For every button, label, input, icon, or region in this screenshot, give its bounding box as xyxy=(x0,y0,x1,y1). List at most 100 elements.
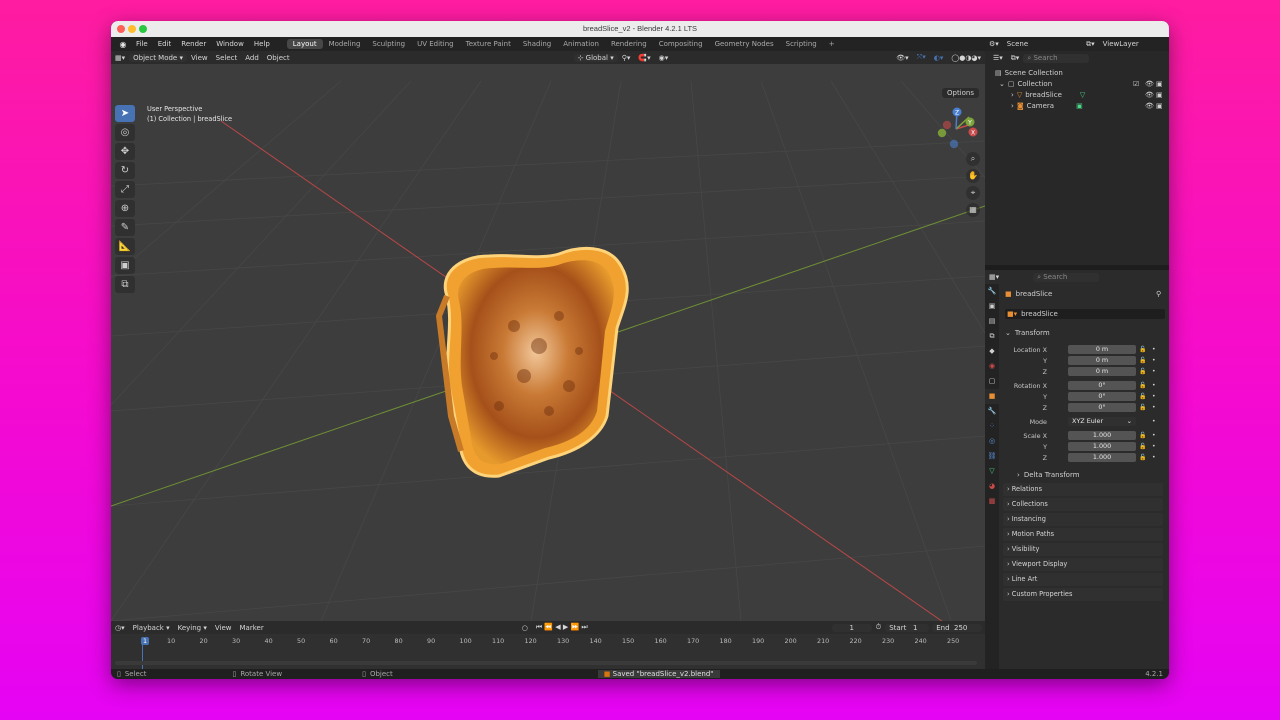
panel-visibility[interactable]: › Visibility xyxy=(1003,543,1163,556)
scale-x-field[interactable]: 1.000 xyxy=(1068,431,1136,440)
pan-hand-icon[interactable]: ✋ xyxy=(966,169,980,183)
scale-z-field[interactable]: 1.000 xyxy=(1068,453,1136,462)
location-z-field[interactable]: 0 m xyxy=(1068,367,1136,376)
current-frame-field[interactable]: 1 xyxy=(831,623,872,632)
eye-icon[interactable]: 👁 xyxy=(1145,80,1154,88)
material-tab-icon[interactable]: ◕ xyxy=(985,479,999,494)
menu-file[interactable]: File xyxy=(131,40,153,48)
keyframe-dot-icon[interactable]: • xyxy=(1152,443,1156,450)
collection-checkbox-icon[interactable]: ☑ xyxy=(1133,80,1139,88)
navigation-gizmo[interactable]: Z Y X xyxy=(936,107,980,151)
outliner[interactable]: ☰▾ ⧉▾ ⌕ Search ▤ Scene Collection ⌄ ▢ Co… xyxy=(985,51,1169,265)
view-layer-selector[interactable]: ViewLayer xyxy=(1099,40,1143,48)
proportional-edit-icon[interactable]: ◉▾ xyxy=(655,54,673,62)
tree-collection[interactable]: ⌄ ▢ Collection xyxy=(999,79,1052,89)
annotate-tool-icon[interactable]: ✎ xyxy=(115,219,135,236)
frame-range-icon[interactable]: ⏱ xyxy=(872,623,885,632)
bread-slice-object[interactable] xyxy=(429,236,649,486)
menu-render[interactable]: Render xyxy=(176,40,211,48)
render-tab-icon[interactable]: ▣ xyxy=(985,299,999,314)
expand-icon[interactable]: ⌄ xyxy=(999,80,1005,88)
add-cube-tool-icon[interactable]: ▣ xyxy=(115,257,135,274)
pin-icon[interactable]: ⚲ xyxy=(1156,290,1161,298)
auto-key-icon[interactable]: ○ xyxy=(518,624,532,632)
mesh-data-icon[interactable]: ▽ xyxy=(1080,91,1085,99)
scene-selector[interactable]: Scene xyxy=(1003,40,1032,48)
panel-motion-paths[interactable]: › Motion Paths xyxy=(1003,528,1163,541)
data-tab-icon[interactable]: ▽ xyxy=(985,464,999,479)
add-workspace-icon[interactable]: + xyxy=(823,39,841,49)
properties-type-icon[interactable]: ▦▾ xyxy=(985,273,1003,281)
keyframe-dot-icon[interactable]: • xyxy=(1152,382,1156,389)
menu-select[interactable]: Select xyxy=(212,54,242,62)
tab-sculpting[interactable]: Sculpting xyxy=(366,39,411,49)
tree-item-camera[interactable]: › ◙ Camera ▣ xyxy=(1011,101,1083,111)
tab-layout[interactable]: Layout xyxy=(286,39,323,49)
pivot-icon[interactable]: ⚲▾ xyxy=(618,54,635,62)
editor-type-icon[interactable]: ▦▾ xyxy=(111,54,129,62)
rotation-y-field[interactable]: 0° xyxy=(1068,392,1136,401)
close-window-button[interactable] xyxy=(117,25,125,33)
constraints-tab-icon[interactable]: ⛓ xyxy=(985,449,999,464)
lock-icon[interactable]: 🔓 xyxy=(1139,443,1146,450)
camera-data-icon[interactable]: ▣ xyxy=(1076,102,1083,110)
keyframe-dot-icon[interactable]: • xyxy=(1152,357,1156,364)
rotation-mode-dropdown[interactable]: XYZ Euler ⌄ xyxy=(1068,417,1136,426)
visibility-icon[interactable]: 👁▾ xyxy=(892,54,912,62)
tree-scene-collection[interactable]: ▤ Scene Collection xyxy=(995,68,1063,78)
menu-window[interactable]: Window xyxy=(211,40,249,48)
lock-icon[interactable]: 🔓 xyxy=(1139,357,1146,364)
panel-viewport-display[interactable]: › Viewport Display xyxy=(1003,558,1163,571)
blender-logo-icon[interactable]: ◉ xyxy=(115,40,131,49)
zoom-icon[interactable]: ⌕ xyxy=(966,152,980,166)
menu-help[interactable]: Help xyxy=(249,40,275,48)
panel-collections[interactable]: › Collections xyxy=(1003,498,1163,511)
add-object-tool-icon[interactable]: ⧉ xyxy=(115,276,135,293)
menu-playback[interactable]: Playback ▾ xyxy=(129,624,174,632)
camera-render-icon[interactable]: ▣ xyxy=(1156,80,1163,88)
location-y-field[interactable]: 0 m xyxy=(1068,356,1136,365)
view-layer-icon[interactable]: ⧉▾ xyxy=(1082,40,1099,49)
scale-y-field[interactable]: 1.000 xyxy=(1068,442,1136,451)
datablock-field[interactable]: ■▾ breadSlice xyxy=(1005,309,1165,319)
tab-uv-editing[interactable]: UV Editing xyxy=(411,39,460,49)
timeline[interactable]: 1 10 20 30 40 50 60 70 80 90 100 110 120 130 140 150 160… xyxy=(111,634,985,669)
properties-search[interactable]: ⌕ Search xyxy=(1033,272,1100,282)
minimize-window-button[interactable] xyxy=(128,25,136,33)
transform-panel-header[interactable]: ⌄ Transform xyxy=(1005,328,1050,338)
end-frame-field[interactable]: End 250 xyxy=(932,623,983,632)
view-layer-tab-icon[interactable]: ⧉ xyxy=(985,329,999,344)
tab-compositing[interactable]: Compositing xyxy=(653,39,709,49)
scene-icon[interactable]: ⚙▾ xyxy=(985,40,1003,48)
playback-controls[interactable]: ⏮ ⏪ ◀ ▶ ⏩ ⏭ xyxy=(532,623,592,632)
physics-tab-icon[interactable]: ◎ xyxy=(985,434,999,449)
lock-icon[interactable]: 🔓 xyxy=(1139,404,1146,411)
camera-render-icon[interactable]: ▣ xyxy=(1156,91,1163,99)
transform-tool-icon[interactable]: ⊕ xyxy=(115,200,135,217)
start-frame-field[interactable]: Start 1 xyxy=(885,623,930,632)
move-tool-icon[interactable]: ✥ xyxy=(115,143,135,160)
timeline-scrollbar[interactable] xyxy=(115,661,977,665)
camera-render-icon[interactable]: ▣ xyxy=(1156,102,1163,110)
expand-icon[interactable]: › xyxy=(1011,91,1014,99)
3d-viewport[interactable]: User Perspective (1) Collection | breadS… xyxy=(111,51,985,621)
tab-geometry-nodes[interactable]: Geometry Nodes xyxy=(709,39,780,49)
output-tab-icon[interactable]: ▤ xyxy=(985,314,999,329)
menu-keying[interactable]: Keying ▾ xyxy=(174,624,211,632)
snap-icon[interactable]: 🧲▾ xyxy=(634,54,654,62)
timeline-editor-icon[interactable]: ◷▾ xyxy=(111,624,129,632)
delta-transform-subpanel[interactable]: › Delta Transform xyxy=(1017,470,1080,480)
shading-modes-icon[interactable]: ◯●◑◕▾ xyxy=(947,54,985,62)
tab-rendering[interactable]: Rendering xyxy=(605,39,653,49)
perspective-toggle-icon[interactable]: ▦ xyxy=(966,203,980,217)
keyframe-dot-icon[interactable]: • xyxy=(1152,418,1156,425)
menu-view[interactable]: View xyxy=(187,54,212,62)
menu-timeline-view[interactable]: View xyxy=(211,624,236,632)
keyframe-dot-icon[interactable]: • xyxy=(1152,346,1156,353)
collection-tab-icon[interactable]: ▢ xyxy=(985,374,999,389)
lock-icon[interactable]: 🔓 xyxy=(1139,382,1146,389)
lock-icon[interactable]: 🔓 xyxy=(1139,454,1146,461)
menu-add[interactable]: Add xyxy=(241,54,263,62)
tab-modeling[interactable]: Modeling xyxy=(323,39,367,49)
texture-tab-icon[interactable]: ▩ xyxy=(985,494,999,509)
